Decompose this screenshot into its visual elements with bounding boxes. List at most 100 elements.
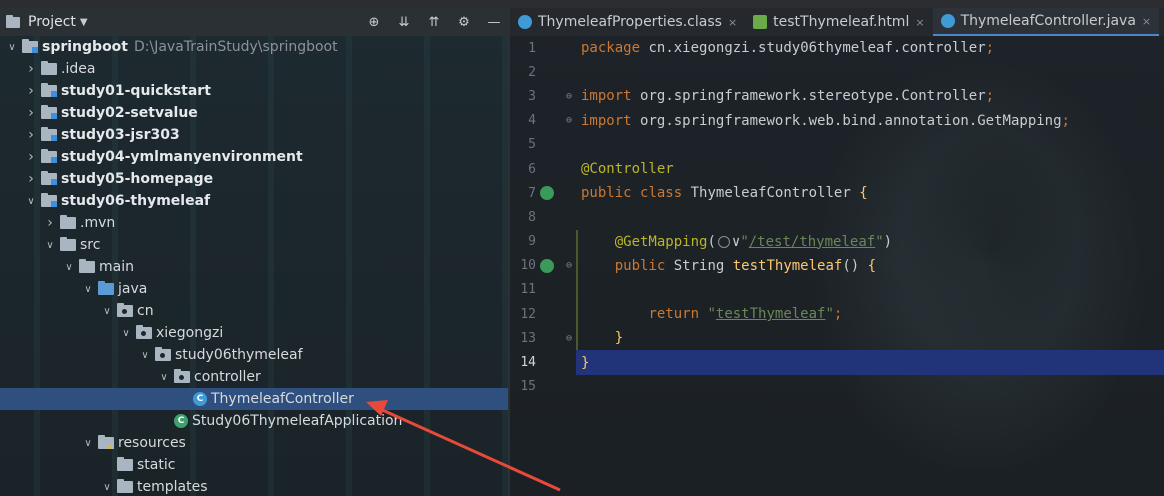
tree-item[interactable]: static	[0, 454, 508, 476]
tree-item[interactable]: ∨ controller	[0, 366, 508, 388]
line-number[interactable]: 8	[510, 205, 576, 229]
expand-all-icon[interactable]: ⇊	[396, 14, 412, 30]
collapse-all-icon[interactable]: ⇈	[426, 14, 442, 30]
chevron-down-icon[interactable]: ∨	[120, 328, 132, 339]
tree-item[interactable]: ∨ springboot D:\JavaTrainStudy\springboot	[0, 36, 508, 58]
tree-item[interactable]: C Study06ThymeleafApplication	[0, 410, 508, 432]
code-line[interactable]	[576, 60, 1164, 84]
code-line[interactable]	[576, 278, 1164, 302]
code-line[interactable]: import org. springframework. stereotype. Co…	[576, 84, 1164, 108]
code-line[interactable]: }	[576, 350, 1164, 375]
locate-file-icon[interactable]: ⊕	[366, 14, 382, 30]
editor-tab-label: ThymeleafProperties.class	[538, 14, 722, 30]
tree-item[interactable]: ∨ src	[0, 234, 508, 256]
editor-tab[interactable]: ThymeleafProperties.class ×	[510, 8, 745, 36]
code-editor[interactable]: package cn. xiegongzi. study06thymeleaf. co…	[576, 36, 1164, 496]
tree-item[interactable]: ∨ java	[0, 278, 508, 300]
chevron-down-icon[interactable]: ∨	[82, 438, 94, 449]
tree-item-label: cn	[137, 303, 154, 319]
close-icon[interactable]: ×	[915, 16, 924, 29]
tree-item[interactable]: › .idea	[0, 58, 508, 80]
project-view-selector[interactable]: Project ▼	[6, 14, 88, 30]
line-number-text: 8	[528, 209, 536, 225]
code-line[interactable]: public class ThymeleafController {	[576, 181, 1164, 205]
line-number[interactable]: 3 ⊖	[510, 84, 576, 108]
line-number[interactable]: 11	[510, 278, 576, 302]
chevron-right-icon[interactable]: ›	[25, 61, 37, 77]
tree-item[interactable]: ∨ cn	[0, 300, 508, 322]
code-line[interactable]: public String testThymeleaf() {	[576, 254, 1164, 278]
tree-item[interactable]: › study04-ymlmanyenvironment	[0, 146, 508, 168]
chevron-down-icon[interactable]: ∨	[25, 196, 37, 207]
chevron-down-icon[interactable]: ∨	[158, 372, 170, 383]
chevron-down-icon[interactable]: ∨	[44, 240, 56, 251]
tree-item-label: templates	[137, 479, 208, 495]
chevron-right-icon[interactable]: ›	[44, 215, 56, 231]
tree-item[interactable]: ∨ templates	[0, 476, 508, 496]
tree-item[interactable]: › study05-homepage	[0, 168, 508, 190]
fold-icon[interactable]: ⊖	[566, 91, 572, 102]
folder-icon	[60, 215, 76, 229]
code-line[interactable]: import org. springframework. web. bind. anno…	[576, 109, 1164, 133]
chevron-down-icon[interactable]: ∨	[101, 306, 113, 317]
tree-item[interactable]: › study01-quickstart	[0, 80, 508, 102]
code-line[interactable]: @Controller	[576, 157, 1164, 181]
line-number[interactable]: 10 ⊖	[510, 254, 576, 278]
spring-bean-icon[interactable]	[540, 186, 554, 201]
tree-item[interactable]: › study03-jsr303	[0, 124, 508, 146]
tree-item[interactable]: ∨ study06-thymeleaf	[0, 190, 508, 212]
close-icon[interactable]: ×	[728, 16, 737, 29]
folder-icon	[41, 61, 57, 75]
code-line[interactable]: }	[576, 326, 1164, 350]
line-number[interactable]: 13 ⊖	[510, 326, 576, 350]
spring-bean-icon[interactable]	[540, 258, 554, 273]
chevron-right-icon[interactable]: ›	[25, 149, 37, 165]
chevron-down-icon[interactable]: ∨	[6, 42, 18, 53]
line-number[interactable]: 14	[510, 350, 576, 374]
tree-item[interactable]: ∨ main	[0, 256, 508, 278]
code-line[interactable]	[576, 133, 1164, 157]
line-number[interactable]: 9	[510, 230, 576, 254]
line-number[interactable]: 6	[510, 157, 576, 181]
close-icon[interactable]: ×	[1142, 15, 1151, 28]
code-line[interactable]	[576, 205, 1164, 229]
chevron-right-icon[interactable]: ›	[25, 127, 37, 143]
folder-icon	[60, 237, 76, 251]
tree-item[interactable]: › .mvn	[0, 212, 508, 234]
tree-item[interactable]: C ThymeleafController	[0, 388, 508, 410]
code-line[interactable]: @GetMapping(∨ "/test/thymeleaf ")	[576, 230, 1164, 254]
code-line[interactable]: package cn. xiegongzi. study06thymeleaf. co…	[576, 36, 1164, 60]
fold-icon[interactable]: ⊖	[566, 333, 572, 344]
chevron-right-icon[interactable]: ›	[25, 83, 37, 99]
code-line[interactable]: return " testThymeleaf ";	[576, 302, 1164, 326]
line-number[interactable]: 1	[510, 36, 576, 60]
fold-icon[interactable]: ⊖	[566, 115, 572, 126]
tree-item[interactable]: ∨ study06thymeleaf	[0, 344, 508, 366]
hide-panel-icon[interactable]: —	[486, 14, 502, 30]
editor-tab[interactable]: testThymeleaf.html ×	[745, 8, 932, 36]
chevron-right-icon[interactable]: ›	[25, 105, 37, 121]
gear-icon[interactable]: ⚙	[456, 14, 472, 30]
tree-item-label: resources	[118, 435, 186, 451]
code-line[interactable]	[576, 375, 1164, 399]
html-file-icon	[753, 15, 768, 29]
line-number[interactable]: 2	[510, 60, 576, 84]
tree-item[interactable]: ∨ xiegongzi	[0, 322, 508, 344]
tree-item[interactable]: ∨ resources	[0, 432, 508, 454]
fold-icon[interactable]: ⊖	[566, 260, 572, 271]
chevron-right-icon[interactable]: ›	[25, 171, 37, 187]
chevron-down-icon[interactable]: ∨	[139, 350, 151, 361]
line-number[interactable]: 4 ⊖	[510, 109, 576, 133]
tree-item[interactable]: › study02-setvalue	[0, 102, 508, 124]
chevron-down-icon[interactable]: ∨	[101, 482, 113, 493]
line-number[interactable]: 5	[510, 133, 576, 157]
line-number-text: 14	[520, 355, 536, 371]
editor-tab[interactable]: ThymeleafController.java ×	[932, 8, 1160, 36]
chevron-down-icon[interactable]: ∨	[82, 284, 94, 295]
line-number[interactable]: 12	[510, 302, 576, 326]
line-number-text: 5	[528, 137, 536, 153]
chevron-down-icon[interactable]: ∨	[63, 262, 75, 273]
web-endpoint-icon[interactable]	[717, 235, 730, 248]
line-number[interactable]: 7	[510, 181, 576, 205]
line-number[interactable]: 15	[510, 375, 576, 399]
